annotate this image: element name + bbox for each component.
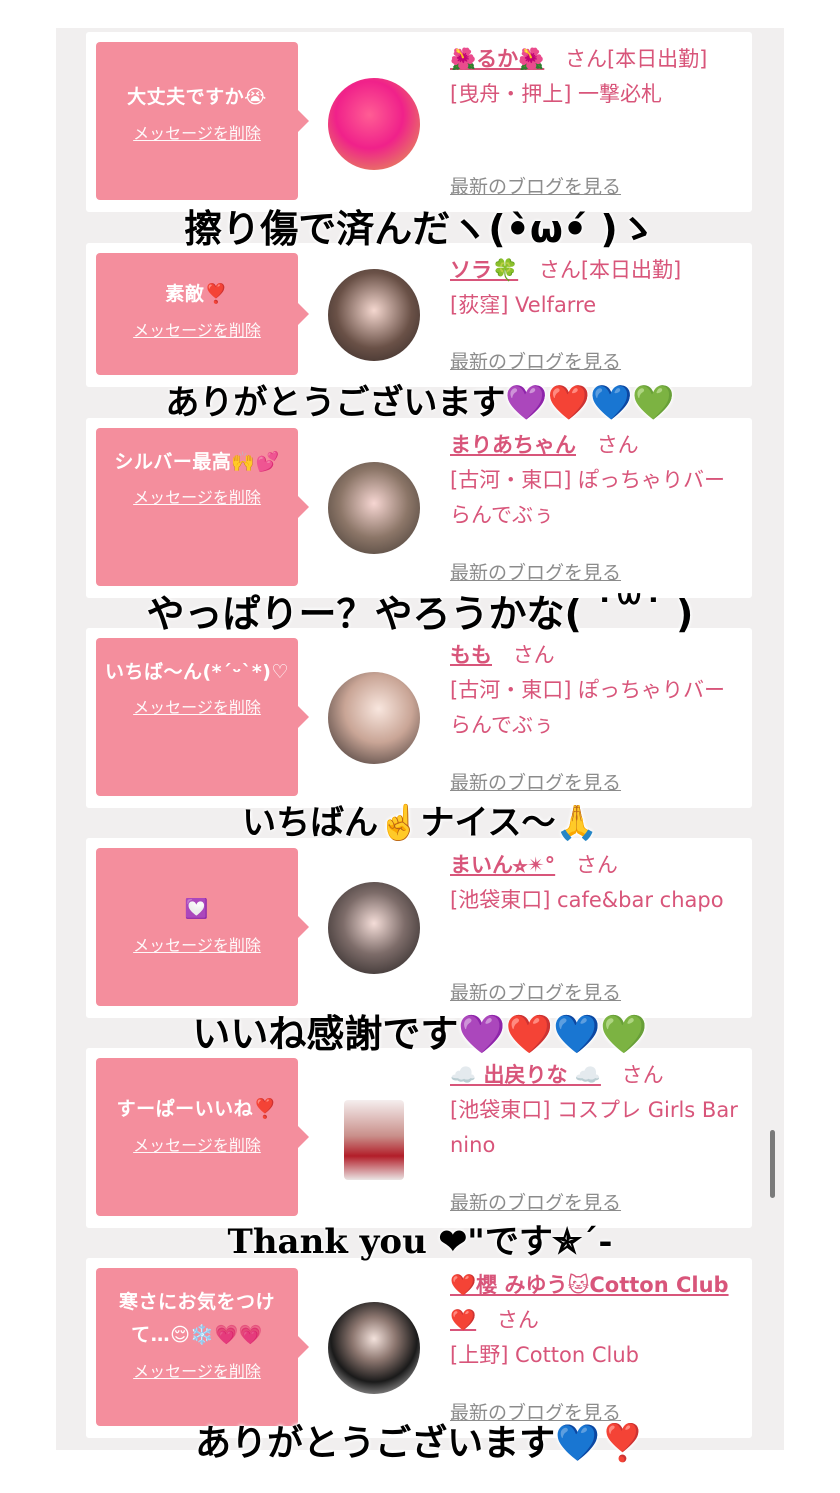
screen: 大丈夫ですか😭 メッセージを削除 🌺るか🌺 さん[本日出勤] [曳舟・押上] 一…	[0, 0, 840, 1493]
profile-name-link[interactable]: ソラ🍀	[450, 258, 518, 282]
profile-info: ☁️ 出戻りな ☁️ さん [池袋東口] コスプレ Girls Bar nino	[450, 1058, 740, 1163]
avatar[interactable]	[344, 1100, 404, 1180]
san-status: さん[本日出勤]	[564, 47, 708, 71]
delete-message-link[interactable]: メッセージを削除	[133, 120, 261, 144]
profile-name-link[interactable]: ❤️櫻 みゆう🐱Cotton Club❤️	[450, 1273, 729, 1332]
overlay-caption: いいね感謝です💜❤️💙💚	[192, 1012, 648, 1056]
message-bubble: 💟 メッセージを削除	[96, 848, 309, 1006]
like-card: 寒さにお気をつけて…😌❄️💗💗 メッセージを削除 ❤️櫻 みゆう🐱Cotton …	[86, 1258, 752, 1438]
message-text: いちば〜ん(*´ᵕ`*)♡	[104, 661, 290, 683]
blog-link[interactable]: 最新のブログを見る	[450, 1188, 621, 1215]
overlay-caption: ありがとうございます💙❣️	[195, 1423, 645, 1464]
blog-link[interactable]: 最新のブログを見る	[450, 558, 621, 585]
profile-name-link[interactable]: もも	[450, 643, 492, 667]
shop-name: [池袋東口] cafe&bar chapo	[450, 888, 724, 912]
message-bubble: 素敵❣️ メッセージを削除	[96, 253, 309, 375]
san-status: さん	[496, 1308, 539, 1332]
overlay-caption: 擦り傷で済んだヽ(•̀ω•́ )ゝ	[184, 207, 656, 251]
profile-name-link[interactable]: 🌺るか🌺	[450, 47, 544, 71]
profile-info: まいん⭐︎✴︎° さん [池袋東口] cafe&bar chapo	[450, 848, 740, 918]
delete-message-link[interactable]: メッセージを削除	[133, 694, 261, 718]
message-text: 大丈夫ですか😭	[127, 86, 267, 108]
shop-name: [上野] Cotton Club	[450, 1343, 640, 1367]
profile-name-link[interactable]: まりあちゃん	[450, 433, 576, 457]
san-status: さん[本日出勤]	[538, 258, 682, 282]
avatar[interactable]	[328, 462, 420, 554]
delete-message-link[interactable]: メッセージを削除	[133, 1132, 261, 1156]
like-card: シルバー最高🙌💕 メッセージを削除 まりあちゃん さん [古河・東口] ぽっちゃ…	[86, 418, 752, 598]
like-card: 素敵❣️ メッセージを削除 ソラ🍀 さん[本日出勤] [荻窪] Velfarre…	[86, 243, 752, 387]
san-status: さん	[596, 433, 639, 457]
profile-info: 🌺るか🌺 さん[本日出勤] [曳舟・押上] 一撃必札	[450, 42, 740, 112]
message-text: 素敵❣️	[165, 283, 229, 305]
message-text: 💟	[184, 898, 210, 920]
message-text: シルバー最高🙌💕	[114, 451, 280, 473]
san-status: さん	[512, 643, 555, 667]
overlay-caption: ありがとうございます💜❤️💙💚	[165, 383, 675, 423]
delete-message-link[interactable]: メッセージを削除	[133, 932, 261, 956]
message-bubble: シルバー最高🙌💕 メッセージを削除	[96, 428, 309, 586]
like-card: 大丈夫ですか😭 メッセージを削除 🌺るか🌺 さん[本日出勤] [曳舟・押上] 一…	[86, 32, 752, 212]
delete-message-link[interactable]: メッセージを削除	[133, 317, 261, 341]
shop-name: [曳舟・押上] 一撃必札	[450, 82, 663, 106]
avatar[interactable]	[328, 1302, 420, 1394]
avatar[interactable]	[328, 269, 420, 361]
like-card: すーぱーいいね❣️ メッセージを削除 ☁️ 出戻りな ☁️ さん [池袋東口] …	[86, 1048, 752, 1228]
message-text: 寒さにお気をつけて…😌❄️💗💗	[118, 1291, 275, 1346]
profile-info: ❤️櫻 みゆう🐱Cotton Club❤️ さん [上野] Cotton Clu…	[450, 1268, 740, 1373]
blog-link[interactable]: 最新のブログを見る	[450, 978, 621, 1005]
profile-info: まりあちゃん さん [古河・東口] ぽっちゃりバー らんでぶぅ	[450, 428, 740, 533]
scrollbar[interactable]	[770, 1130, 775, 1198]
overlay-caption: Thank you ❤︎"です✯´-	[227, 1222, 613, 1262]
overlay-caption: やっぱりー？やろうかな( ˙꒳˙ )	[146, 592, 694, 636]
message-bubble: 大丈夫ですか😭 メッセージを削除	[96, 42, 309, 200]
like-card: いちば〜ん(*´ᵕ`*)♡ メッセージを削除 もも さん [古河・東口] ぽっち…	[86, 628, 752, 808]
blog-link[interactable]: 最新のブログを見る	[450, 347, 621, 374]
avatar[interactable]	[328, 78, 420, 170]
san-status: さん	[621, 1063, 664, 1087]
message-text: すーぱーいいね❣️	[116, 1098, 278, 1120]
shop-name: [荻窪] Velfarre	[450, 293, 597, 317]
delete-message-link[interactable]: メッセージを削除	[133, 1358, 261, 1382]
overlay-caption: いちばん☝️ナイス〜🙏	[242, 803, 598, 843]
profile-name-link[interactable]: ☁️ 出戻りな ☁️	[450, 1063, 601, 1087]
like-card: 💟 メッセージを削除 まいん⭐︎✴︎° さん [池袋東口] cafe&bar c…	[86, 838, 752, 1018]
delete-message-link[interactable]: メッセージを削除	[133, 484, 261, 508]
avatar[interactable]	[328, 672, 420, 764]
profile-name-link[interactable]: まいん⭐︎✴︎°	[450, 853, 555, 877]
san-status: さん	[575, 853, 618, 877]
profile-info: ソラ🍀 さん[本日出勤] [荻窪] Velfarre	[450, 253, 740, 323]
message-bubble: すーぱーいいね❣️ メッセージを削除	[96, 1058, 309, 1216]
message-bubble: いちば〜ん(*´ᵕ`*)♡ メッセージを削除	[96, 638, 309, 796]
blog-link[interactable]: 最新のブログを見る	[450, 172, 621, 199]
shop-name: [池袋東口] コスプレ Girls Bar nino	[450, 1098, 738, 1157]
shop-name: [古河・東口] ぽっちゃりバー らんでぶぅ	[450, 468, 726, 527]
shop-name: [古河・東口] ぽっちゃりバー らんでぶぅ	[450, 678, 726, 737]
blog-link[interactable]: 最新のブログを見る	[450, 768, 621, 795]
message-bubble: 寒さにお気をつけて…😌❄️💗💗 メッセージを削除	[96, 1268, 309, 1426]
avatar[interactable]	[328, 882, 420, 974]
profile-info: もも さん [古河・東口] ぽっちゃりバー らんでぶぅ	[450, 638, 740, 743]
